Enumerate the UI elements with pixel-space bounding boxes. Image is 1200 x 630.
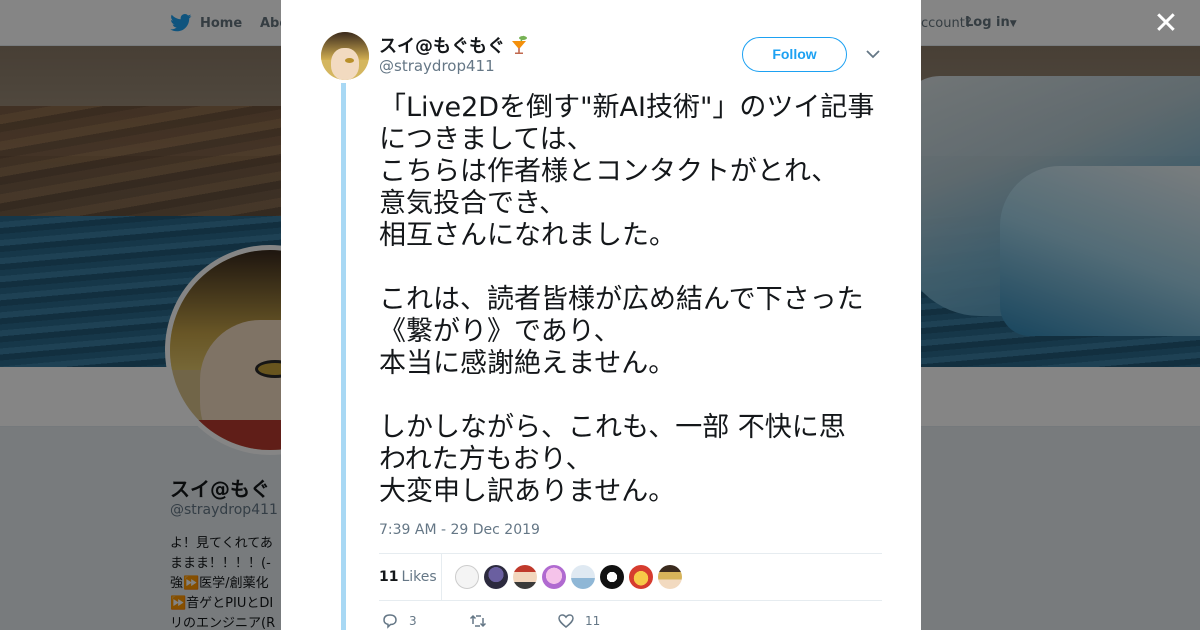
author-avatar-face	[331, 48, 359, 80]
stats-divider	[441, 554, 442, 600]
author-avatar[interactable]	[321, 32, 369, 80]
tweet-timestamp[interactable]: 7:39 AM - 29 Dec 2019	[379, 522, 540, 538]
liker-avatar[interactable]	[542, 565, 566, 589]
liker-avatar[interactable]	[513, 565, 537, 589]
like-count: 11	[585, 614, 601, 628]
tweet-actions: 3 11	[381, 612, 645, 630]
author-handle[interactable]: @straydrop411	[379, 57, 495, 75]
retweet-icon	[469, 614, 487, 628]
reply-icon	[383, 614, 397, 629]
liker-avatar[interactable]	[629, 565, 653, 589]
author-name-link[interactable]: スイ@もぐもぐ	[379, 32, 529, 58]
likes-count: 11	[379, 569, 399, 585]
heart-icon	[558, 614, 574, 628]
tweet-stats: 11 Likes	[379, 553, 882, 601]
follow-button[interactable]: Follow	[742, 37, 847, 72]
chevron-down-icon	[866, 50, 880, 59]
liker-avatar[interactable]	[600, 565, 624, 589]
thread-line	[341, 83, 346, 630]
liker-avatar[interactable]	[571, 565, 595, 589]
reply-count: 3	[409, 614, 417, 628]
tweet-options-button[interactable]	[864, 46, 882, 62]
liker-avatar[interactable]	[658, 565, 682, 589]
like-button[interactable]: 11	[557, 612, 645, 630]
reply-button[interactable]: 3	[381, 612, 469, 630]
close-icon: ✕	[1153, 6, 1179, 41]
author-name: スイ@もぐもぐ	[379, 36, 505, 57]
close-button[interactable]: ✕	[1150, 8, 1182, 40]
author-avatar-eye	[345, 58, 354, 63]
tropical-drink-emoji-icon	[509, 35, 529, 55]
retweet-button[interactable]	[469, 612, 557, 630]
liker-avatar[interactable]	[455, 565, 479, 589]
likes-label: Likes	[401, 569, 437, 585]
liker-avatars	[455, 565, 682, 589]
liker-avatar[interactable]	[484, 565, 508, 589]
likes-stat-link[interactable]: 11 Likes	[379, 569, 437, 585]
tweet-text: 「Live2Dを倒す"新AI技術"」のツイ記事 につきましては、 こちらは作者様…	[379, 92, 875, 507]
